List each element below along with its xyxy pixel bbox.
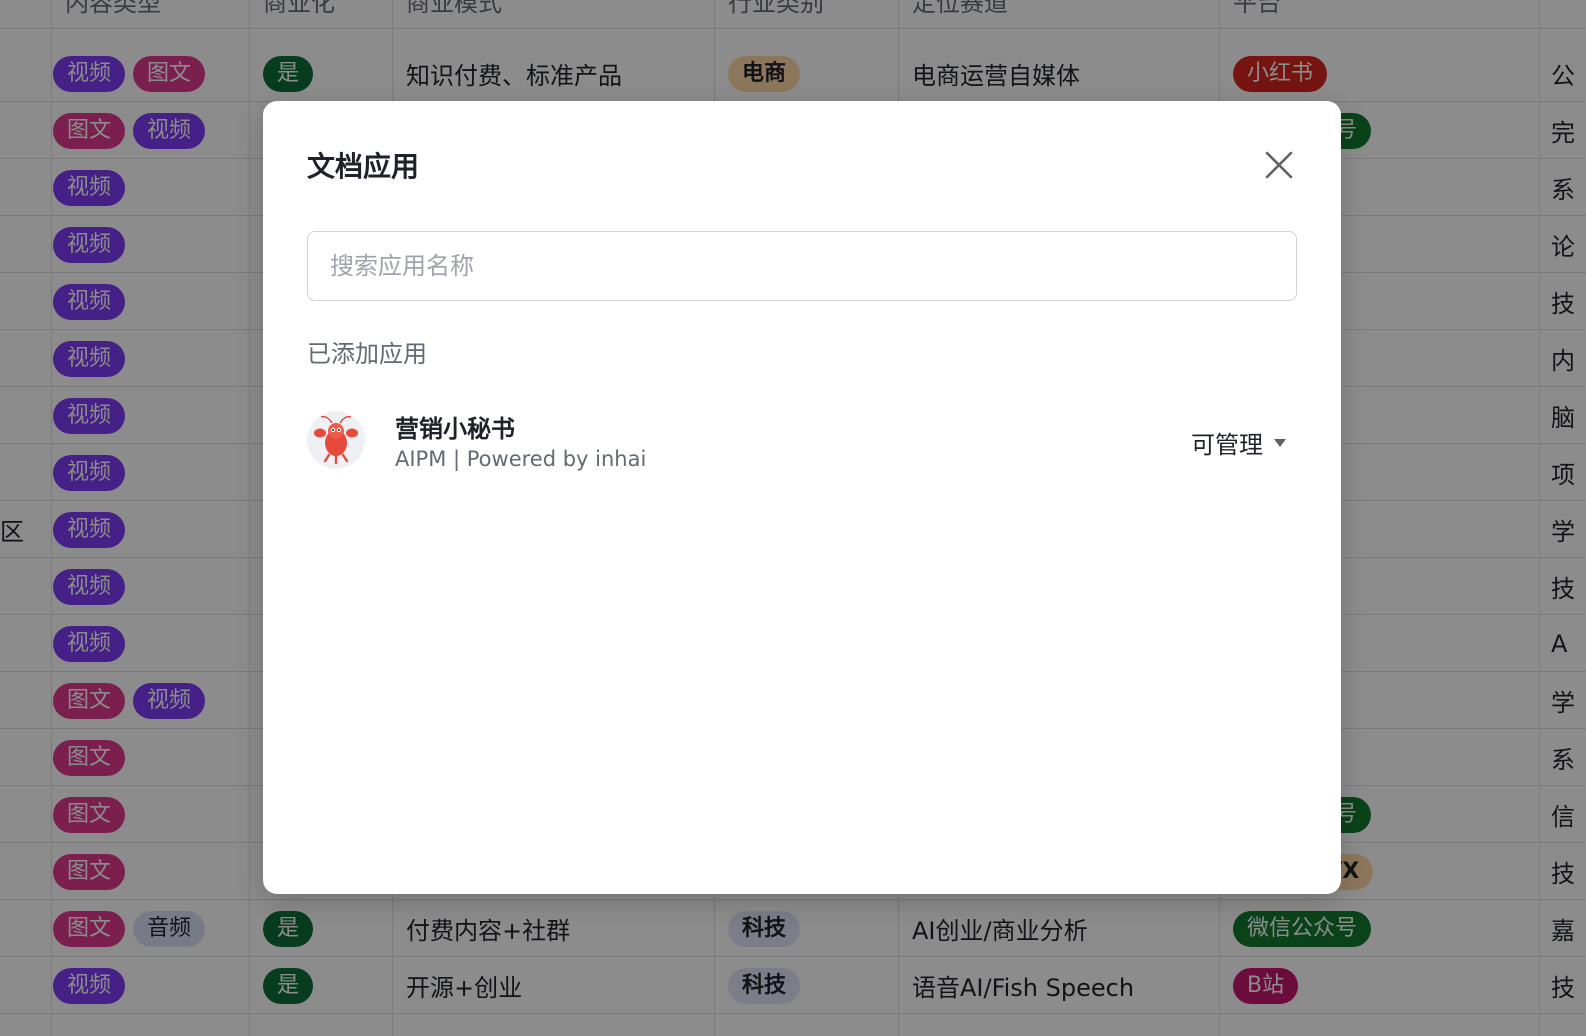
app-avatar (307, 411, 365, 469)
caret-down-icon (1274, 438, 1286, 447)
permission-dropdown[interactable]: 可管理 (1191, 425, 1287, 460)
close-button[interactable] (1261, 147, 1297, 183)
app-dialog: 文档应用 已添加应用 营销小秘书 AIPM | Powered by inhai… (263, 101, 1341, 894)
close-icon (1265, 151, 1293, 179)
lobster-icon (307, 411, 365, 469)
app-list-item[interactable]: 营销小秘书 AIPM | Powered by inhai 可管理 (307, 401, 1297, 479)
app-name: 营销小秘书 (395, 415, 515, 443)
permission-label: 可管理 (1191, 431, 1263, 459)
dialog-title: 文档应用 (307, 150, 420, 183)
app-description: AIPM | Powered by inhai (395, 447, 647, 471)
search-input[interactable] (307, 231, 1297, 301)
section-title: 已添加应用 (307, 340, 427, 368)
